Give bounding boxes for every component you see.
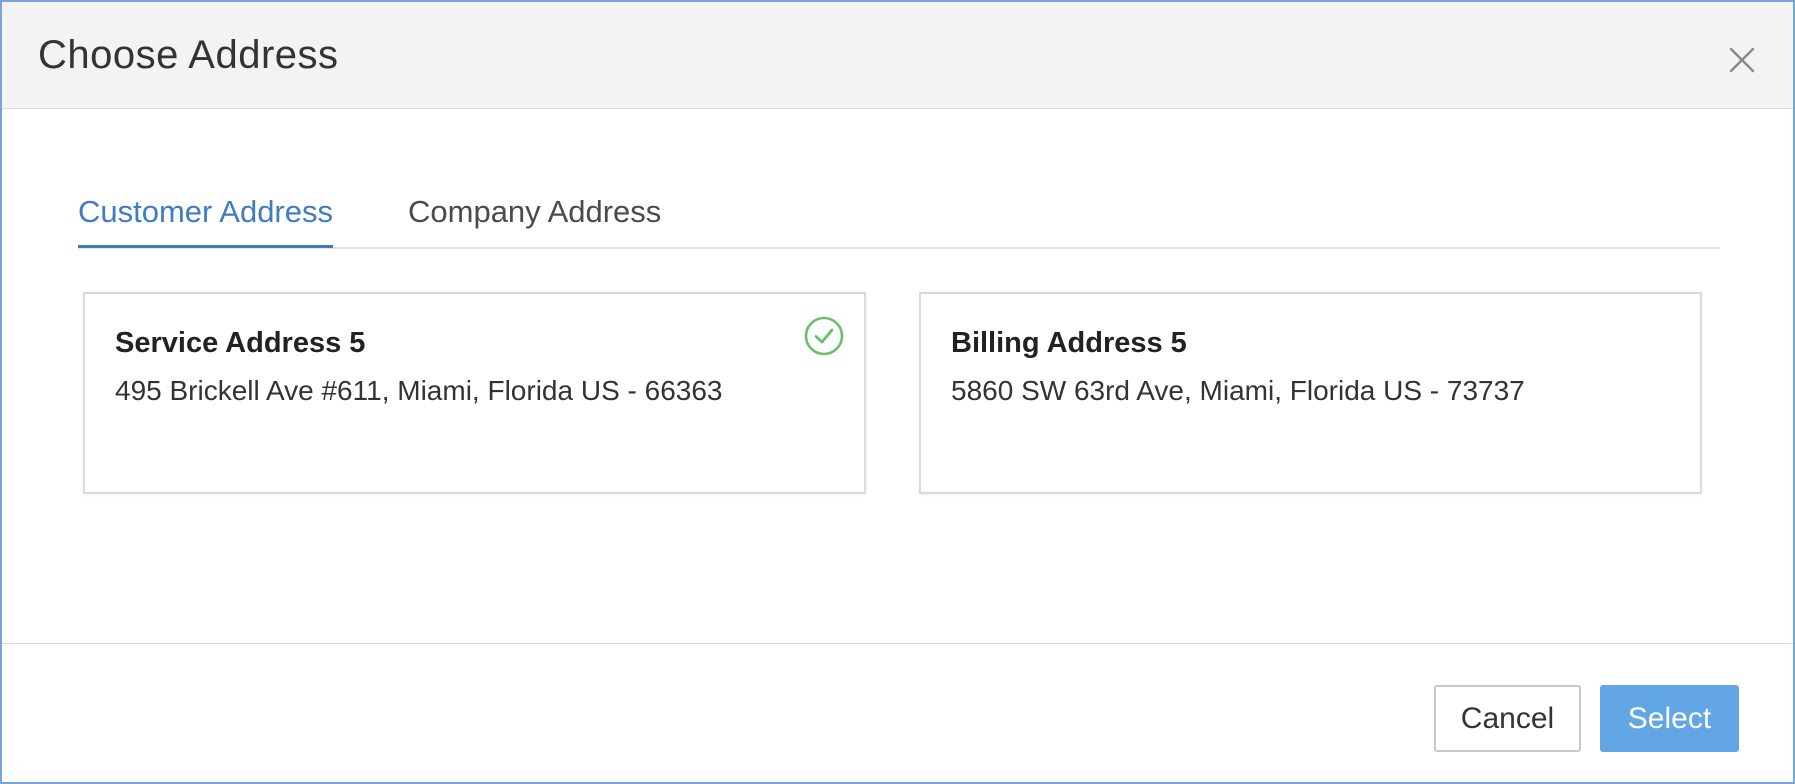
check-circle-icon xyxy=(803,315,845,357)
dialog-header: Choose Address xyxy=(2,2,1793,109)
footer-divider xyxy=(2,643,1793,644)
address-tabs: Customer Address Company Address xyxy=(78,190,1720,249)
tab-company-address[interactable]: Company Address xyxy=(408,190,661,249)
close-button[interactable] xyxy=(1722,40,1762,80)
address-card-title: Billing Address 5 xyxy=(951,327,1187,359)
close-icon xyxy=(1729,47,1755,73)
select-button[interactable]: Select xyxy=(1600,685,1739,752)
tab-customer-address[interactable]: Customer Address xyxy=(78,190,333,248)
cancel-button[interactable]: Cancel xyxy=(1434,685,1581,752)
address-card-text: 495 Brickell Ave #611, Miami, Florida US… xyxy=(115,375,723,406)
choose-address-dialog: Choose Address Customer Address Company … xyxy=(0,0,1795,784)
address-card-title: Service Address 5 xyxy=(115,327,366,359)
address-card-service[interactable]: Service Address 5 495 Brickell Ave #611,… xyxy=(83,292,866,494)
dialog-title: Choose Address xyxy=(38,33,339,77)
address-card-text: 5860 SW 63rd Ave, Miami, Florida US - 73… xyxy=(951,375,1525,406)
address-card-billing[interactable]: Billing Address 5 5860 SW 63rd Ave, Miam… xyxy=(919,292,1702,494)
